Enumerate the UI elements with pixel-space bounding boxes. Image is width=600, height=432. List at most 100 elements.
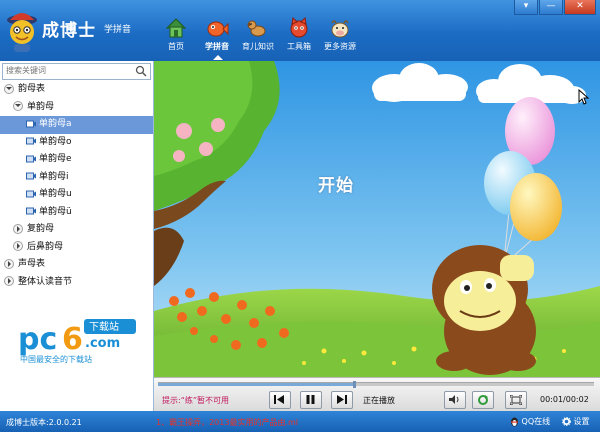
progress-fill — [158, 383, 355, 386]
video-lesson-icon — [26, 207, 36, 215]
tree-item[interactable]: 单韵母u — [0, 186, 153, 204]
playback-time: 00:01/00:02 — [540, 395, 589, 404]
start-button[interactable]: 开始 — [318, 171, 354, 196]
nav-parenting-label: 育儿知识 — [242, 42, 274, 51]
tree-item[interactable]: 单韵母o — [0, 134, 153, 152]
fullscreen-icon — [510, 395, 522, 405]
tree-item-label: 单韵母ü — [39, 206, 72, 217]
tree-item-label: 单韵母o — [39, 136, 72, 147]
hint-text: 提示:“练”暂不可用 — [162, 396, 229, 405]
progress-handle[interactable] — [353, 381, 357, 388]
tree-item-label: 整体认读音节 — [18, 276, 73, 287]
expand-toggle-icon[interactable] — [13, 101, 23, 111]
stage-scene — [154, 61, 600, 377]
close-button[interactable]: ✕ — [564, 0, 596, 15]
svg-text:pc: pc — [18, 322, 57, 357]
tree-item-label: 韵母表 — [18, 84, 46, 94]
app-subtitle: 学拼音 — [104, 25, 132, 35]
doctor-logo-icon — [7, 13, 37, 52]
nav-toolbox-label: 工具箱 — [287, 42, 311, 51]
tree-item-label: 后鼻韵母 — [27, 241, 64, 252]
skip-forward-icon — [337, 395, 347, 404]
nav-more-resources-label: 更多资源 — [324, 42, 356, 51]
home-icon — [165, 18, 187, 38]
gear-icon — [562, 417, 571, 426]
nav-toolbox[interactable]: 工具箱 — [279, 14, 319, 60]
search-icon[interactable] — [135, 65, 147, 77]
collapse-toggle-icon[interactable] — [4, 276, 14, 286]
active-nav-caret — [213, 55, 223, 60]
tree-item[interactable]: 整体认读音节 — [0, 274, 153, 292]
expand-toggle-icon[interactable] — [4, 83, 14, 94]
collapse-toggle-icon[interactable] — [13, 223, 23, 234]
tree-item[interactable]: 韵母表 — [0, 81, 153, 99]
collapse-toggle-icon[interactable] — [4, 258, 14, 269]
minimize-button[interactable]: — — [539, 0, 563, 15]
progress-track[interactable] — [158, 381, 594, 388]
settings-link[interactable]: 设置 — [562, 416, 590, 427]
tree-item[interactable]: 单韵母 — [0, 99, 153, 117]
video-lesson-icon — [26, 190, 36, 197]
video-lesson-icon — [26, 172, 36, 180]
search-box — [2, 63, 151, 80]
dog-icon — [247, 20, 266, 37]
pause-button[interactable] — [300, 391, 322, 409]
nav-more-resources[interactable]: 更多资源 — [320, 14, 360, 60]
repeat-icon — [478, 395, 488, 405]
menu-button[interactable]: ▾ — [514, 0, 538, 15]
playback-status: 正在播放 — [363, 396, 395, 405]
tree-item-label: 单韵母a — [39, 119, 72, 129]
tree-item[interactable]: 单韵母e — [0, 151, 153, 169]
mouse-cursor-icon — [578, 89, 590, 105]
status-bar: 成博士版本:2.0.0.21 1、霸王操弄，2013最实用的产品由.ml QQ在… — [0, 411, 600, 432]
search-input[interactable] — [3, 64, 134, 77]
svg-text:中国最安全的下载站: 中国最安全的下载站 — [20, 354, 92, 364]
qq-online-link[interactable]: QQ在线 — [510, 416, 550, 427]
lesson-tree: 韵母表单韵母单韵母a 单韵母o 单韵母e 单韵母i 单韵母u 单韵母ü 复韵母后鼻韵母声母表… — [0, 81, 153, 291]
tree-item-label: 单韵母u — [39, 189, 72, 199]
lesson-stage[interactable]: 开始 — [154, 61, 600, 377]
volume-button[interactable] — [444, 391, 466, 409]
settings-label: 设置 — [573, 417, 590, 426]
svg-text:6: 6 — [62, 322, 83, 357]
video-lesson-icon — [26, 120, 36, 127]
app-window: 成博士 学拼音 首页 学拼音 育儿知识 工具箱 更多资源 ▾ — ✕ 搜索关键词… — [0, 0, 600, 432]
nav-home-label: 首页 — [168, 42, 184, 51]
version-label: 成博士版本:2.0.0.21 — [6, 418, 82, 427]
player-controls: 提示:“练”暂不可用 正在播放 00:01/00:02 — [154, 377, 600, 412]
svg-text:.com: .com — [85, 336, 120, 351]
app-title: 成博士 — [42, 21, 96, 41]
next-button[interactable] — [331, 391, 353, 409]
video-lesson-icon — [26, 137, 36, 145]
tree-item[interactable]: 复韵母 — [0, 221, 153, 239]
tree-item[interactable]: 后鼻韵母 — [0, 239, 153, 257]
fish-icon — [207, 21, 229, 37]
tree-item-label: 单韵母 — [27, 101, 55, 112]
window-controls: ▾ — ✕ — [513, 0, 596, 15]
cow-icon — [331, 20, 349, 38]
video-lesson-icon — [26, 155, 36, 162]
tree-item[interactable]: 单韵母i — [0, 169, 153, 187]
nav-pinyin-label: 学拼音 — [205, 42, 229, 51]
svg-text:下载站: 下载站 — [89, 320, 119, 333]
nav-pinyin[interactable]: 学拼音 — [197, 14, 237, 60]
tree-item[interactable]: 声母表 — [0, 256, 153, 274]
scrolling-notice[interactable]: 1、霸王操弄，2013最实用的产品由.ml — [156, 417, 298, 428]
qq-online-label: QQ在线 — [521, 417, 551, 426]
nav-parenting[interactable]: 育儿知识 — [238, 14, 278, 60]
pc6-watermark-logo: pc 6 下载站 .com 中国最安全的下载站 — [18, 319, 136, 364]
skip-back-icon — [274, 395, 284, 404]
fullscreen-button[interactable] — [505, 391, 527, 409]
repeat-button[interactable] — [472, 391, 494, 409]
tree-item[interactable]: 单韵母a — [0, 116, 153, 134]
sidebar: 韵母表单韵母单韵母a 单韵母o 单韵母e 单韵母i 单韵母u 单韵母ü 复韵母后鼻韵母声母表… — [0, 61, 154, 411]
nav-home[interactable]: 首页 — [156, 14, 196, 60]
monkey-character — [432, 245, 536, 375]
tree-item-label: 声母表 — [18, 259, 46, 269]
tree-item-label: 单韵母i — [39, 171, 69, 182]
cat-icon — [290, 16, 308, 38]
tree-item[interactable]: 单韵母ü — [0, 204, 153, 222]
previous-button[interactable] — [269, 391, 291, 409]
collapse-toggle-icon[interactable] — [13, 241, 23, 251]
tree-item-label: 复韵母 — [27, 224, 55, 234]
